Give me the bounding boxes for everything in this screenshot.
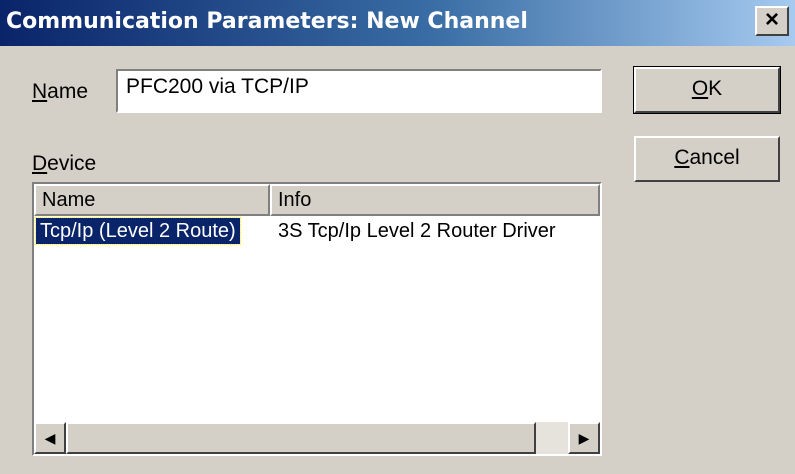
name-label-text: ame <box>47 80 89 103</box>
device-label-text: evice <box>47 152 97 175</box>
cancel-accelerator: C <box>674 146 690 169</box>
ok-button[interactable]: OK <box>633 66 781 114</box>
device-list-header: Name Info <box>34 184 600 216</box>
close-button[interactable]: × <box>755 6 789 36</box>
name-label: Name <box>32 80 88 104</box>
device-row-name[interactable]: Tcp/Ip (Level 2 Route) <box>35 217 241 245</box>
scroll-right-button[interactable]: ▶ <box>568 422 600 454</box>
left-arrow-icon: ◀ <box>44 430 56 446</box>
close-icon: × <box>764 6 779 33</box>
name-input-value: PFC200 via TCP/IP <box>126 75 309 98</box>
right-arrow-icon: ▶ <box>578 430 590 446</box>
scroll-left-button[interactable]: ◀ <box>34 422 66 454</box>
ok-label: K <box>708 77 723 100</box>
communication-parameters-dialog: Communication Parameters: New Channel × … <box>0 0 795 474</box>
title-bar[interactable]: Communication Parameters: New Channel × <box>0 0 795 46</box>
name-label-accelerator: N <box>32 80 48 103</box>
device-row[interactable]: Tcp/Ip (Level 2 Route) 3S Tcp/Ip Level 2… <box>34 217 600 246</box>
column-header-name[interactable]: Name <box>34 184 270 216</box>
cancel-button[interactable]: Cancel <box>634 136 780 182</box>
device-row-info[interactable]: 3S Tcp/Ip Level 2 Router Driver <box>278 218 556 244</box>
horizontal-scrollbar[interactable]: ◀ ▶ <box>34 422 600 454</box>
cancel-label: ancel <box>689 146 740 169</box>
ok-accelerator: O <box>691 77 709 100</box>
device-list[interactable]: Name Info Tcp/Ip (Level 2 Route) 3S Tcp/… <box>32 182 602 456</box>
scroll-thumb[interactable] <box>66 422 536 454</box>
device-label: Device <box>32 152 96 176</box>
device-label-accelerator: D <box>32 152 48 175</box>
window-title: Communication Parameters: New Channel <box>6 9 528 34</box>
name-input[interactable]: PFC200 via TCP/IP <box>116 69 602 113</box>
column-header-info[interactable]: Info <box>270 184 600 216</box>
